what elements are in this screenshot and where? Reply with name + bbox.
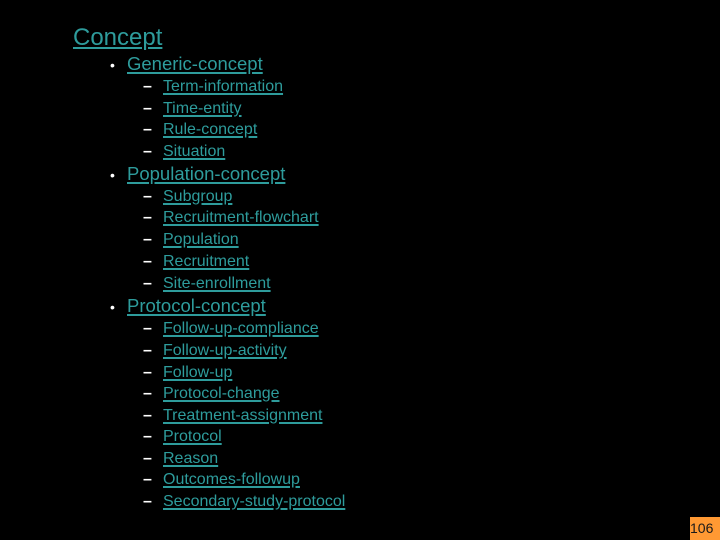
slide-title: Concept bbox=[73, 24, 162, 52]
list-item: – Rule-concept bbox=[143, 120, 257, 140]
list-item: – Site-enrollment bbox=[143, 274, 271, 294]
dash-icon: – bbox=[143, 407, 152, 424]
section-protocol-concept: • Protocol-concept bbox=[108, 295, 266, 317]
list-item: – Reason bbox=[143, 449, 218, 469]
recruitment-flowchart-link[interactable]: Recruitment-flowchart bbox=[163, 209, 319, 226]
protocol-change-link[interactable]: Protocol-change bbox=[163, 385, 280, 402]
rule-concept-link[interactable]: Rule-concept bbox=[163, 121, 257, 138]
site-enrollment-link[interactable]: Site-enrollment bbox=[163, 275, 271, 292]
dash-icon: – bbox=[143, 209, 152, 226]
page-number: 106 bbox=[690, 517, 720, 540]
population-link[interactable]: Population bbox=[163, 231, 239, 248]
dash-icon: – bbox=[143, 493, 152, 510]
dash-icon: – bbox=[143, 364, 152, 381]
list-item: – Subgroup bbox=[143, 187, 232, 207]
population-concept-link[interactable]: Population-concept bbox=[127, 163, 285, 184]
dash-icon: – bbox=[143, 275, 152, 292]
list-item: – Recruitment-flowchart bbox=[143, 208, 319, 228]
outcomes-followup-link[interactable]: Outcomes-followup bbox=[163, 471, 300, 488]
generic-concept-link[interactable]: Generic-concept bbox=[127, 53, 263, 74]
follow-up-link[interactable]: Follow-up bbox=[163, 364, 232, 381]
list-item: – Protocol-change bbox=[143, 384, 280, 404]
list-item: – Secondary-study-protocol bbox=[143, 492, 345, 512]
section-population-concept: • Population-concept bbox=[108, 163, 285, 185]
reason-link[interactable]: Reason bbox=[163, 450, 218, 467]
time-entity-link[interactable]: Time-entity bbox=[163, 100, 242, 117]
dash-icon: – bbox=[143, 471, 152, 488]
concept-link[interactable]: Concept bbox=[73, 24, 162, 51]
list-item: – Protocol bbox=[143, 427, 222, 447]
list-item: – Time-entity bbox=[143, 99, 242, 119]
list-item: – Outcomes-followup bbox=[143, 470, 300, 490]
slide: Concept • Generic-concept – Term-informati… bbox=[0, 0, 720, 540]
dash-icon: – bbox=[143, 143, 152, 160]
dash-icon: – bbox=[143, 253, 152, 270]
list-item: – Situation bbox=[143, 142, 225, 162]
dash-icon: – bbox=[143, 100, 152, 117]
dash-icon: – bbox=[143, 121, 152, 138]
treatment-assignment-link[interactable]: Treatment-assignment bbox=[163, 407, 322, 424]
dash-icon: – bbox=[143, 231, 152, 248]
section-generic-concept: • Generic-concept bbox=[108, 53, 263, 75]
dash-icon: – bbox=[143, 428, 152, 445]
bullet-icon: • bbox=[110, 57, 115, 73]
dash-icon: – bbox=[143, 78, 152, 95]
list-item: – Recruitment bbox=[143, 252, 249, 272]
dash-icon: – bbox=[143, 342, 152, 359]
situation-link[interactable]: Situation bbox=[163, 143, 225, 160]
bullet-icon: • bbox=[110, 167, 115, 183]
dash-icon: – bbox=[143, 320, 152, 337]
follow-up-activity-link[interactable]: Follow-up-activity bbox=[163, 342, 287, 359]
list-item: – Population bbox=[143, 230, 239, 250]
follow-up-compliance-link[interactable]: Follow-up-compliance bbox=[163, 320, 319, 337]
list-item: – Follow-up bbox=[143, 363, 232, 383]
dash-icon: – bbox=[143, 188, 152, 205]
subgroup-link[interactable]: Subgroup bbox=[163, 188, 232, 205]
recruitment-link[interactable]: Recruitment bbox=[163, 253, 249, 270]
secondary-study-protocol-link[interactable]: Secondary-study-protocol bbox=[163, 493, 345, 510]
list-item: – Term-information bbox=[143, 77, 283, 97]
list-item: – Follow-up-compliance bbox=[143, 319, 319, 339]
term-information-link[interactable]: Term-information bbox=[163, 78, 283, 95]
bullet-icon: • bbox=[110, 299, 115, 315]
protocol-concept-link[interactable]: Protocol-concept bbox=[127, 295, 266, 316]
protocol-link[interactable]: Protocol bbox=[163, 428, 222, 445]
list-item: – Treatment-assignment bbox=[143, 406, 322, 426]
list-item: – Follow-up-activity bbox=[143, 341, 287, 361]
dash-icon: – bbox=[143, 385, 152, 402]
dash-icon: – bbox=[143, 450, 152, 467]
